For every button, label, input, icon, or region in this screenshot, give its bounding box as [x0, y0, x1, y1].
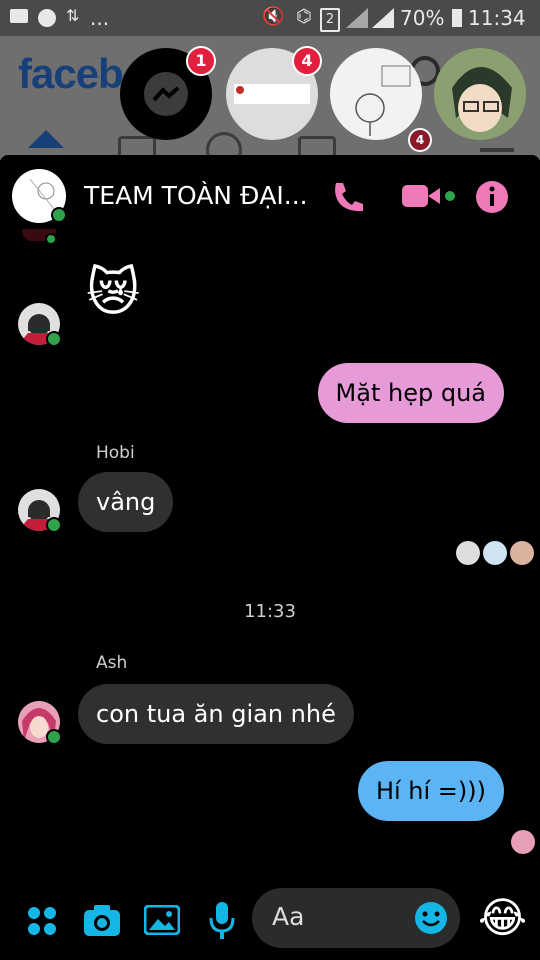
read-receipt-avatar-3 [510, 541, 534, 565]
quick-reaction-button[interactable]: 😂 [478, 893, 527, 943]
anime-avatar [434, 48, 526, 140]
sim-indicator: 2 [320, 8, 340, 32]
emoji-icon[interactable] [414, 901, 448, 935]
message-input-placeholder: Aa [272, 902, 305, 931]
thumbnail-mark [236, 86, 244, 94]
facebook-logo: faceb [18, 50, 124, 97]
message-input[interactable]: Aa [252, 888, 460, 948]
chat-head-2-badge: 4 [292, 46, 322, 76]
incoming-message-ash[interactable]: con tua ăn gian nhé [78, 684, 354, 744]
signal-icon-2 [372, 8, 394, 28]
battery-icon [452, 9, 462, 27]
transfer-icon: ⇅ [66, 6, 80, 25]
chat-title[interactable]: TEAM TOÀN ĐẠI... [84, 181, 314, 210]
outgoing-message-1[interactable]: Mặt hẹp quá [317, 363, 504, 423]
wifi-icon: ⌬ [296, 6, 312, 27]
incoming-message-hobi[interactable]: vâng [78, 472, 174, 532]
timestamp: 11:33 [244, 601, 296, 622]
emoji-message[interactable]: 😿 [86, 263, 140, 323]
chat-panel: TEAM TOÀN ĐẠI... 😿 Mặt hẹp quá Hobi vâng [0, 155, 540, 960]
sender-name-ash: Ash [96, 653, 128, 673]
chat-head-3[interactable] [330, 48, 422, 140]
apps-icon[interactable] [26, 905, 58, 937]
image-icon[interactable] [144, 905, 180, 935]
home-icon[interactable] [28, 130, 64, 148]
messenger-badge: 1 [186, 46, 216, 76]
chat-head-2-thumbnail [234, 84, 310, 104]
group-online-indicator [51, 207, 67, 223]
messenger-notification-icon [38, 9, 56, 27]
chat-head-4[interactable] [434, 48, 526, 140]
camera-icon[interactable] [84, 904, 120, 936]
video-icon[interactable] [402, 183, 460, 211]
more-notifications-indicator: ... [90, 6, 110, 30]
partial-online-indicator [45, 233, 57, 245]
mute-icon: 🔇 [262, 6, 285, 27]
sender-online-indicator-ash [46, 729, 62, 745]
sender-online-indicator-hobi [46, 517, 62, 533]
sender-online-indicator-1 [46, 331, 62, 347]
read-receipt-avatar-1 [456, 541, 480, 565]
sketch-avatar [355, 65, 411, 136]
phone-icon[interactable] [330, 179, 366, 215]
chat-notification-icon [10, 9, 28, 23]
info-icon[interactable] [474, 179, 510, 215]
signal-icon [346, 8, 368, 28]
read-receipt-avatar-2 [483, 541, 507, 565]
sender-name-hobi: Hobi [96, 443, 135, 463]
battery-level: 70% [400, 6, 445, 30]
menu-icon[interactable] [480, 148, 514, 152]
status-bar: ⇅ ... 🔇 ⌬ 2 70% 11:34 [0, 0, 540, 36]
outgoing-message-2[interactable]: Hí hí =))) [357, 761, 504, 821]
mic-icon[interactable] [208, 901, 236, 939]
clock: 11:34 [468, 6, 526, 30]
read-receipt-ash [511, 830, 535, 854]
